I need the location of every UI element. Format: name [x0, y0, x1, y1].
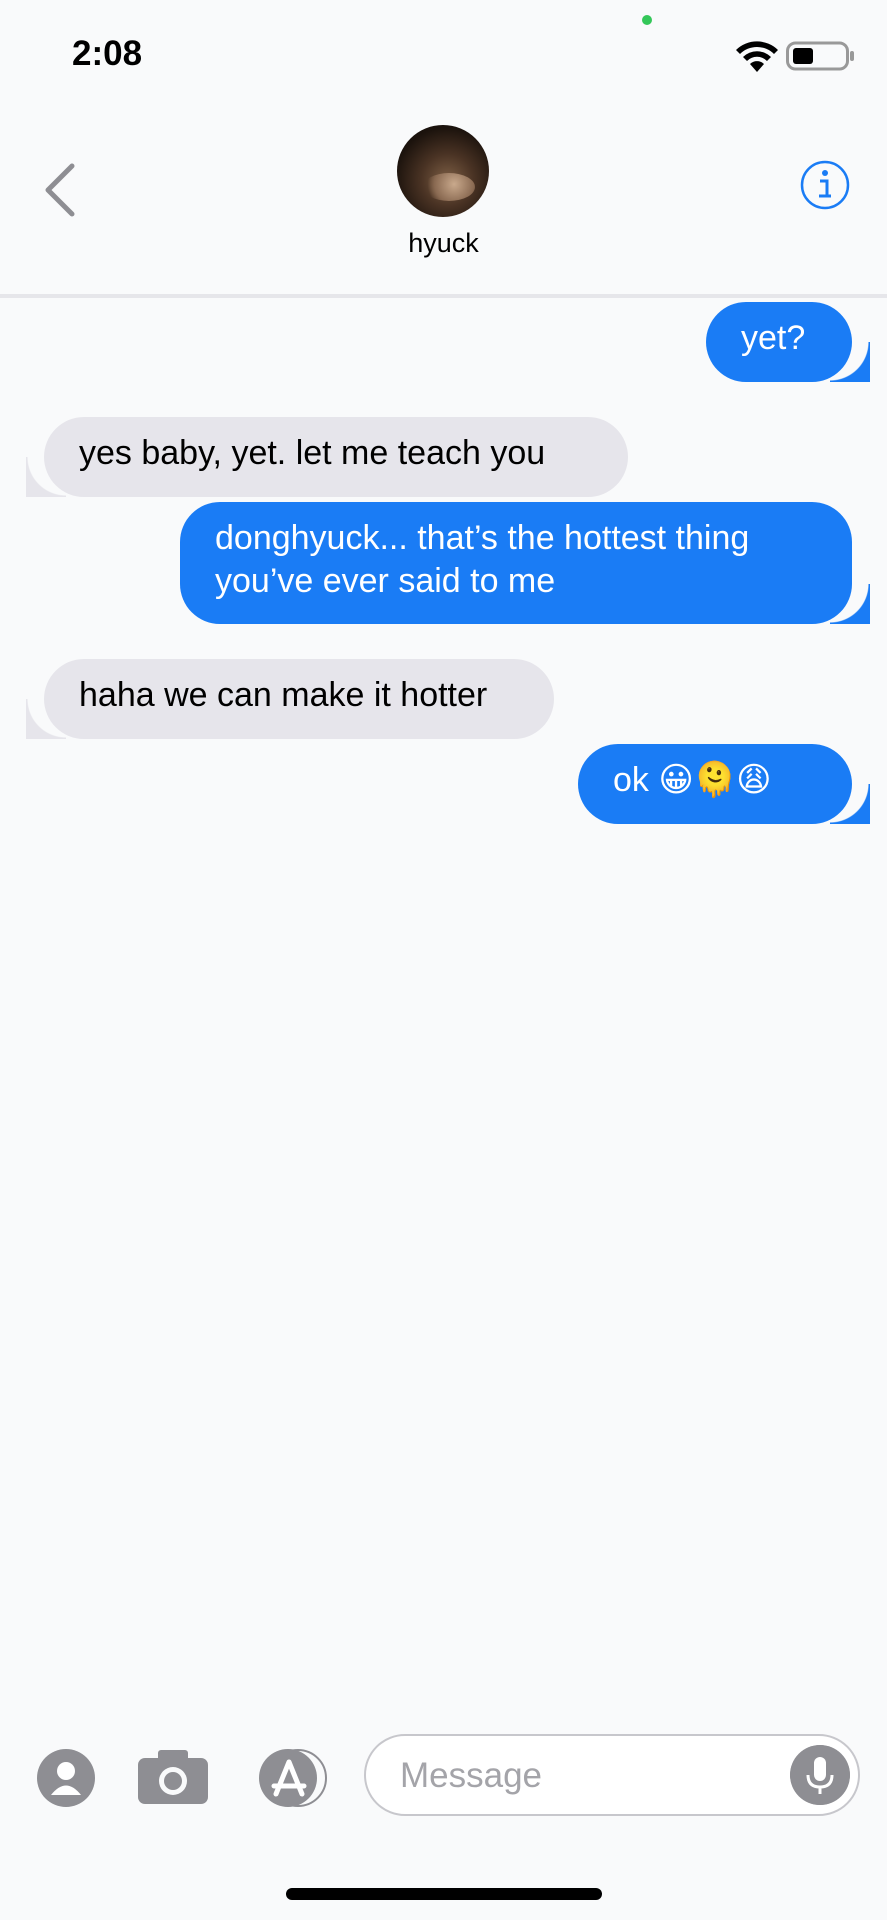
- back-chevron-icon[interactable]: [38, 160, 82, 220]
- message-bubble-sent[interactable]: donghyuck... that’s the hottest thing yo…: [180, 502, 870, 624]
- camera-icon[interactable]: [136, 1748, 210, 1806]
- camera-indicator-dot: [642, 15, 652, 25]
- status-time: 2:08: [72, 34, 143, 73]
- message-bubble-sent[interactable]: yet?: [706, 302, 870, 382]
- contact-name[interactable]: hyuck: [0, 228, 887, 259]
- home-indicator[interactable]: [286, 1888, 602, 1900]
- status-bar: 2:08: [0, 0, 887, 100]
- battery-icon: [786, 41, 854, 71]
- message-bubble-received[interactable]: haha we can make it hotter: [26, 659, 554, 739]
- microphone-icon[interactable]: [790, 1745, 850, 1805]
- app-store-icon[interactable]: [252, 1748, 334, 1808]
- message-bubble-received[interactable]: yes baby, yet. let me teach you: [26, 417, 628, 497]
- info-icon[interactable]: [800, 160, 850, 210]
- contact-card-icon[interactable]: [36, 1748, 96, 1808]
- contact-avatar[interactable]: [397, 125, 489, 217]
- message-text: donghyuck... that’s the hottest thing yo…: [215, 519, 750, 600]
- message-text: yet?: [741, 319, 806, 357]
- conversation-header: hyuck: [0, 100, 887, 298]
- message-input[interactable]: Message: [364, 1734, 860, 1816]
- avatar-photo-detail: [423, 173, 475, 201]
- wifi-icon: [736, 41, 778, 72]
- message-text: haha we can make it hotter: [79, 676, 488, 714]
- message-placeholder: Message: [400, 1756, 543, 1795]
- message-text: yes baby, yet. let me teach you: [79, 434, 546, 472]
- message-bubble-sent[interactable]: ok 😀🫠😩: [578, 744, 870, 824]
- message-text: ok 😀🫠😩: [613, 761, 772, 799]
